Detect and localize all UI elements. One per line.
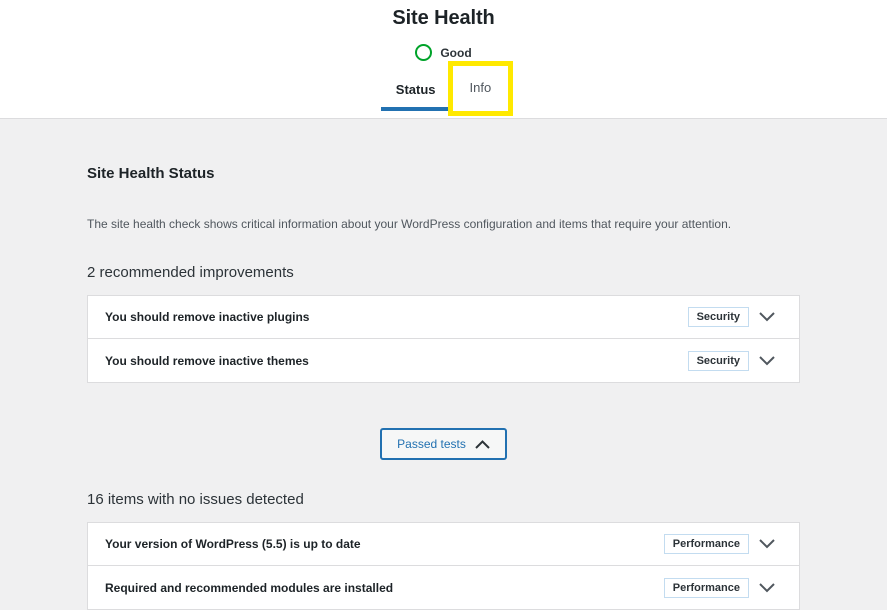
tab-bar: Status Info bbox=[0, 61, 887, 116]
recommended-improvements-heading: 2 recommended improvements bbox=[87, 264, 294, 281]
row-label: You should remove inactive themes bbox=[105, 353, 309, 368]
tab-status[interactable]: Status bbox=[379, 73, 453, 111]
chevron-up-icon bbox=[475, 439, 490, 449]
page-header: Site Health Good Status Info bbox=[0, 0, 887, 119]
table-row[interactable]: You should remove inactive plugins Secur… bbox=[88, 296, 799, 339]
chevron-down-icon[interactable] bbox=[749, 312, 785, 322]
recommended-improvements-card: You should remove inactive plugins Secur… bbox=[87, 295, 800, 383]
passed-tests-toggle-wrap: Passed tests bbox=[87, 383, 800, 460]
page-title: Site Health bbox=[392, 7, 495, 29]
status-badge: Security bbox=[687, 350, 749, 371]
row-label: You should remove inactive plugins bbox=[105, 310, 310, 324]
chevron-down-icon[interactable] bbox=[749, 355, 785, 366]
chevron-down-icon[interactable] bbox=[749, 539, 785, 549]
tab-info-label: Info bbox=[469, 80, 492, 96]
site-health-status-label: Good bbox=[440, 45, 472, 60]
passed-tests-heading: 16 items with no issues detected bbox=[87, 491, 304, 508]
tab-info[interactable]: Info bbox=[447, 61, 514, 116]
table-row[interactable]: Your version of WordPress (5.5) is up to… bbox=[88, 523, 799, 566]
status-badge: Performance bbox=[663, 534, 749, 554]
intro-text: The site health check shows critical inf… bbox=[87, 217, 732, 231]
table-row[interactable]: You should remove inactive themes Securi… bbox=[88, 339, 799, 382]
status-badge: Security bbox=[687, 307, 749, 327]
green-circle-icon bbox=[415, 44, 433, 61]
passed-tests-card: Your version of WordPress (5.5) is up to… bbox=[87, 522, 800, 610]
passed-tests-label: Passed tests bbox=[397, 437, 466, 451]
passed-tests-button[interactable]: Passed tests bbox=[380, 428, 507, 460]
row-label: Your version of WordPress (5.5) is up to… bbox=[105, 537, 361, 551]
tab-status-label: Status bbox=[395, 82, 436, 98]
site-health-status-indicator: Good bbox=[0, 44, 887, 61]
section-title: Site Health Status bbox=[87, 165, 215, 182]
main-content: Site Health Status The site health check… bbox=[0, 119, 887, 610]
